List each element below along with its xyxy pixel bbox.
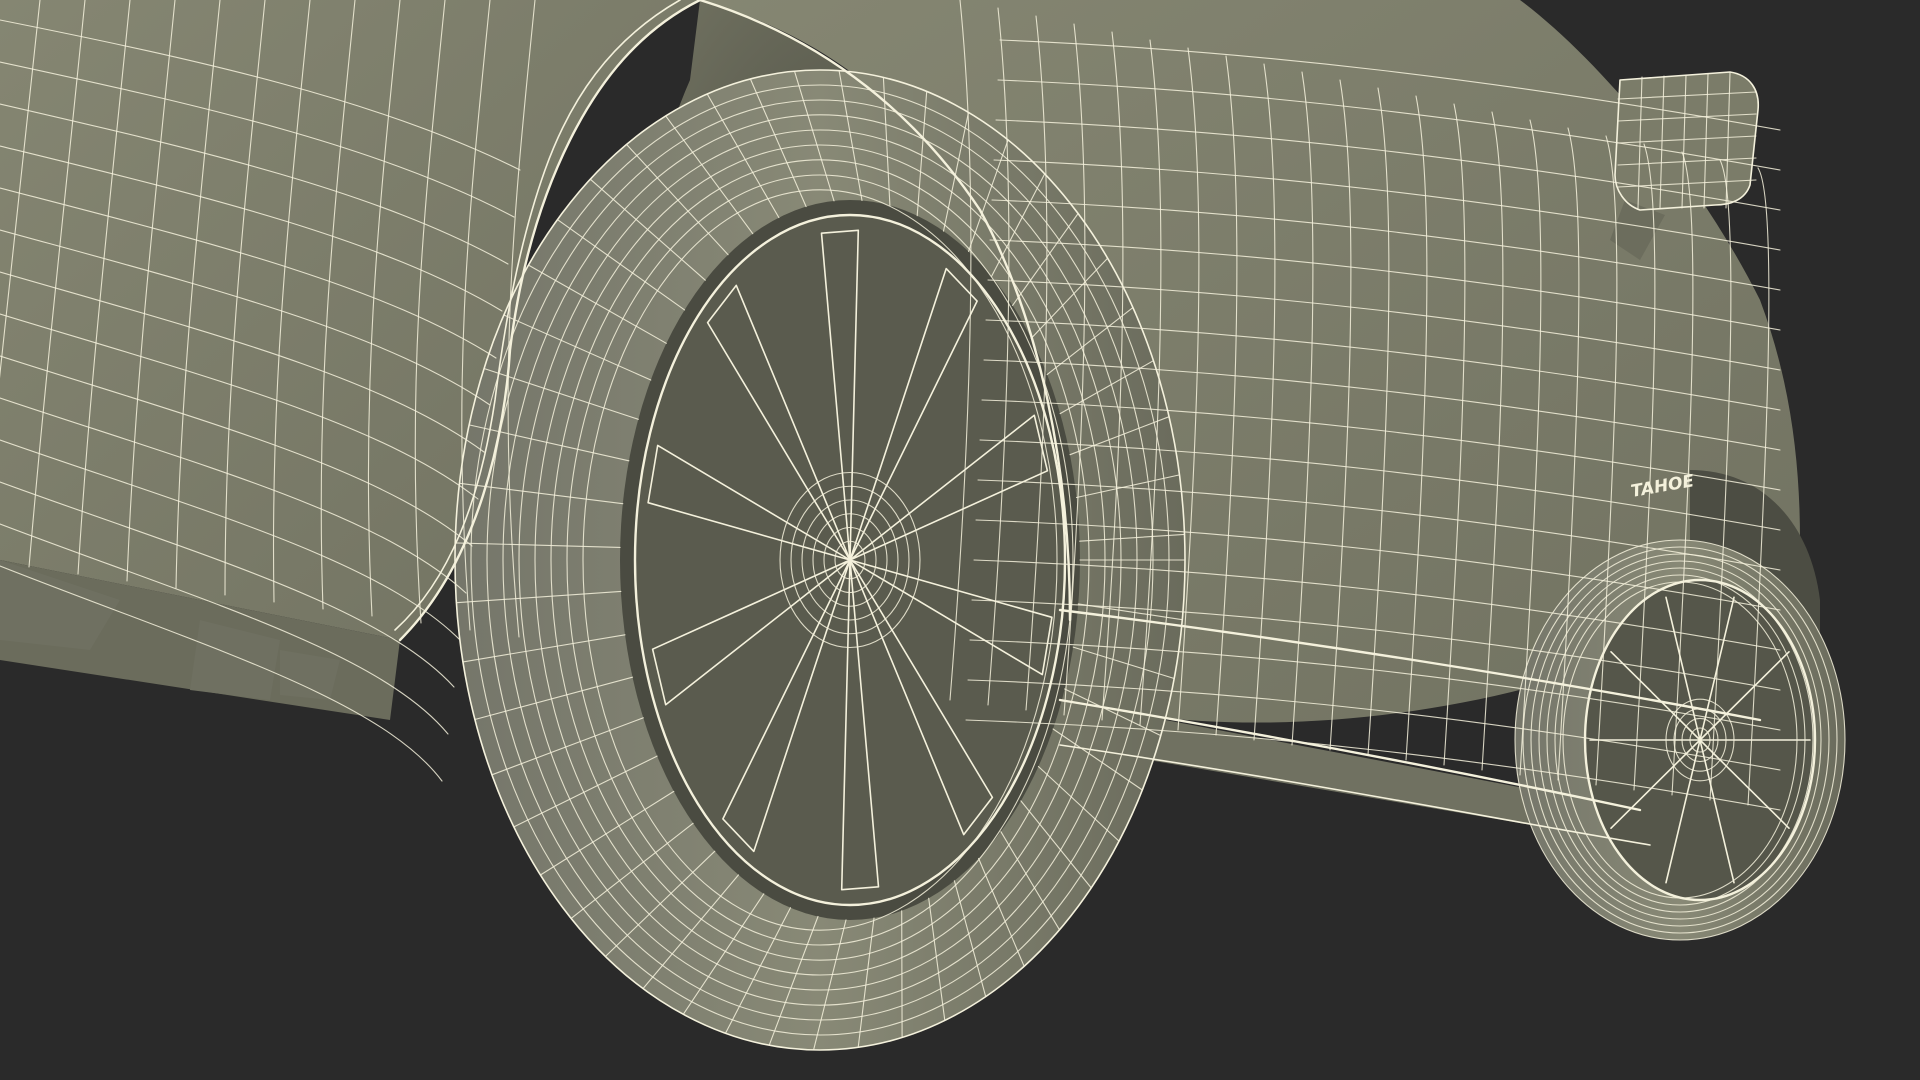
car-wireframe-scene: TAHOE <box>0 0 1920 1080</box>
wireframe-render-viewport: TAHOE <box>0 0 1920 1080</box>
